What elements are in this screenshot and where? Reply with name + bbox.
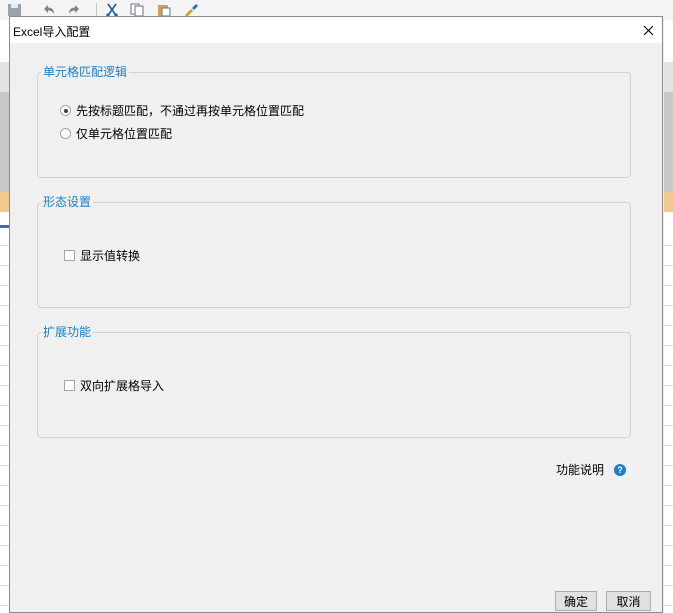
redo-icon[interactable] — [66, 3, 82, 17]
help-label: 功能说明 — [556, 463, 605, 477]
excel-import-config-dialog: Excel导入配置 单元格匹配逻辑 先按标题匹配，不通过再按单元格位置匹配 仅单… — [9, 16, 663, 613]
extension-group: 扩展功能 双向扩展格导入 — [37, 324, 631, 438]
close-icon — [643, 25, 653, 35]
copy-icon[interactable] — [129, 3, 145, 17]
match-logic-group-title: 单元格匹配逻辑 — [41, 64, 130, 80]
format-painter-icon[interactable] — [183, 3, 199, 17]
save-icon[interactable] — [7, 3, 23, 17]
help-icon[interactable]: ? — [614, 463, 627, 476]
paste-icon[interactable] — [156, 3, 172, 17]
display-value-conversion-option[interactable]: 显示值转换 — [64, 247, 140, 264]
bidirectional-expand-import-checkbox[interactable] — [64, 380, 75, 391]
cut-icon[interactable] — [104, 3, 120, 17]
bidirectional-expand-import-option[interactable]: 双向扩展格导入 — [64, 377, 164, 394]
form-settings-group-title: 形态设置 — [41, 194, 94, 210]
radio-match-title-then-position[interactable]: 先按标题匹配，不通过再按单元格位置匹配 — [60, 102, 304, 119]
dialog-titlebar: Excel导入配置 — [10, 17, 662, 43]
radio-button[interactable] — [60, 128, 71, 139]
radio-label: 仅单元格位置匹配 — [76, 127, 173, 141]
undo-icon[interactable] — [41, 3, 57, 17]
cancel-button[interactable]: 取消 — [606, 591, 651, 611]
form-settings-group: 形态设置 显示值转换 — [37, 194, 631, 308]
help-link[interactable]: 功能说明 ? — [556, 461, 627, 478]
close-button[interactable] — [636, 19, 660, 41]
match-logic-group: 单元格匹配逻辑 先按标题匹配，不通过再按单元格位置匹配 仅单元格位置匹配 — [37, 64, 631, 178]
display-value-conversion-checkbox[interactable] — [64, 250, 75, 261]
dialog-title: Excel导入配置 — [13, 25, 91, 39]
checkbox-label: 双向扩展格导入 — [80, 379, 165, 393]
background-sheet-right — [664, 20, 673, 613]
checkbox-label: 显示值转换 — [80, 249, 141, 263]
extension-group-title: 扩展功能 — [41, 324, 94, 340]
radio-button-selected[interactable] — [60, 105, 71, 116]
radio-label: 先按标题匹配，不通过再按单元格位置匹配 — [76, 104, 305, 118]
radio-match-position-only[interactable]: 仅单元格位置匹配 — [60, 125, 172, 142]
ok-button[interactable]: 确定 — [555, 591, 597, 611]
